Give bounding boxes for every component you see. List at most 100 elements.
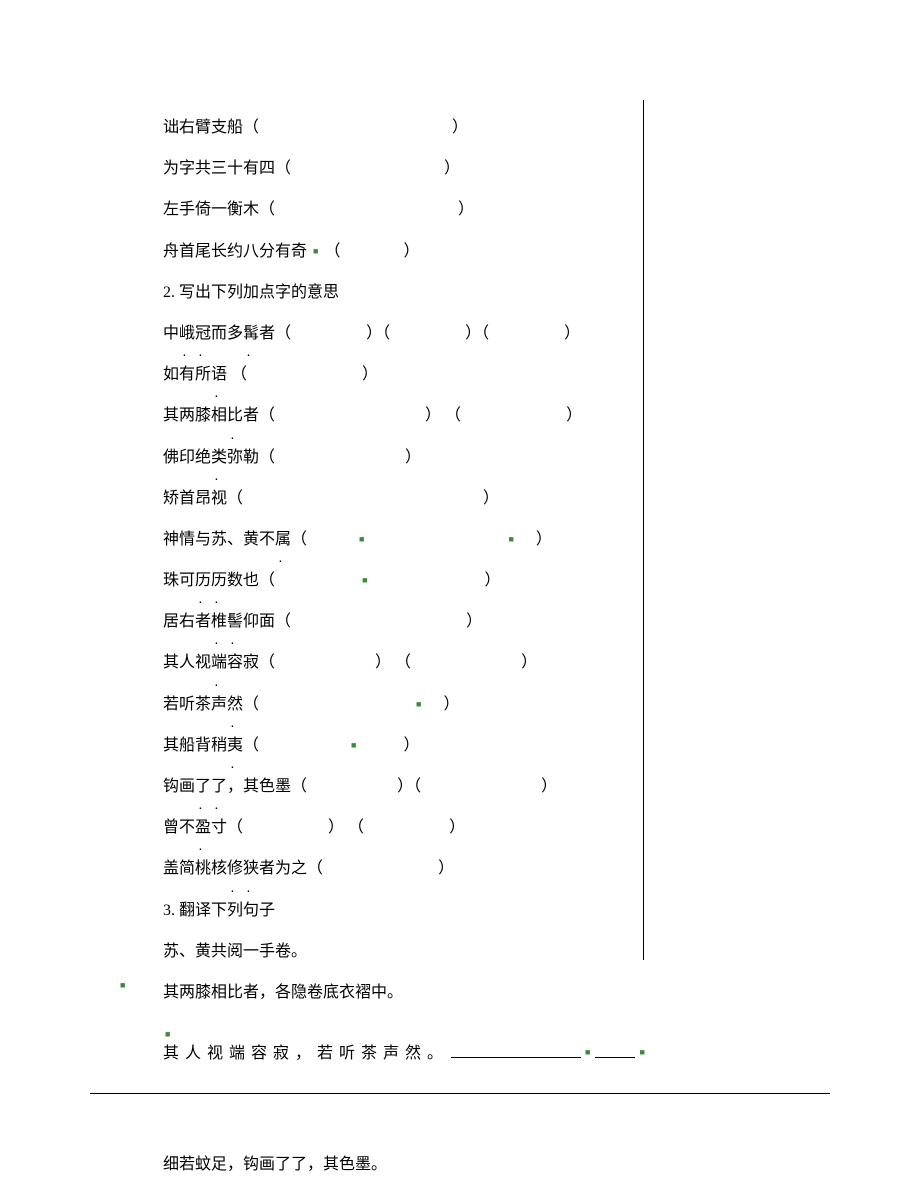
p: ） [564, 325, 580, 342]
dot-icon: ■ [585, 1043, 591, 1063]
heading-text: 3. 翻译下列句子 [163, 902, 275, 919]
t: 神情与苏、黄不 [163, 531, 275, 548]
t: 其人视 [163, 654, 211, 671]
s2-line-7: 珠可历历数也（■） [163, 563, 643, 598]
margin-dot-icon: ■ [120, 980, 125, 990]
emph: 历 [211, 563, 227, 598]
t: 其 人 视 端 容 寂 ， 若 听 茶 声 然 。 [163, 1045, 444, 1062]
t: 者（ [243, 407, 275, 424]
t: 中 [163, 325, 179, 342]
t: 曾不 [163, 819, 195, 836]
p: ） [541, 778, 557, 795]
close-paren: ） [458, 201, 474, 218]
t: 苏、黄共阅一手卷。 [163, 943, 307, 960]
t: 数也（ [227, 572, 275, 589]
emph: 狭 [243, 851, 259, 886]
dot-icon: ■ [362, 571, 367, 591]
p: ） [466, 613, 482, 630]
t: 而多 [211, 325, 243, 342]
dot-icon: ■ [639, 1043, 645, 1063]
answer-blank[interactable] [595, 1057, 635, 1058]
s3-line-1: 苏、黄共阅一手卷。 [163, 934, 643, 969]
s3-line-4: 细若蚊足，钩画了了，其色墨。 [163, 1147, 643, 1182]
text: 左手倚一衡木（ [163, 201, 275, 218]
s2-line-2: 如有所语 （ ） [163, 357, 643, 392]
dot-icon: ■ [359, 530, 364, 550]
p: （ [243, 696, 259, 713]
p: ） [443, 696, 459, 713]
emph: 属 [275, 522, 291, 557]
emph: 然 [227, 687, 243, 722]
t: 珠可 [163, 572, 195, 589]
s2-line-1: 中峨冠而多髯者（）（）（） [163, 316, 643, 351]
p: ） [405, 449, 421, 466]
emph: 类 [211, 440, 227, 475]
p: （ [231, 366, 247, 383]
t: 细若蚊足，钩画了了，其色墨。 [163, 1156, 387, 1173]
p: ） [483, 490, 499, 507]
emph: 了 [211, 769, 227, 804]
emph: 盈 [195, 810, 211, 845]
p: ）（ [465, 325, 489, 342]
p: ）（ [366, 325, 390, 342]
s1-line-2: 为字共三十有四（ ） [163, 151, 643, 186]
t: 寸（ [211, 819, 243, 836]
dot-icon: ■ [416, 695, 421, 715]
p: ） [403, 737, 419, 754]
t: 其船背稍 [163, 737, 227, 754]
t: 仰面（ [243, 613, 291, 630]
t: 钩画 [163, 778, 195, 795]
emph: 髻 [227, 604, 243, 639]
s2-line-10: 若听茶声然（ ■ ） [163, 687, 643, 722]
t: 矫首昂视（ [163, 490, 243, 507]
t: 如有所 [163, 366, 211, 383]
emph: 椎 [211, 604, 227, 639]
s2-line-6: 神情与苏、黄不属（■■） [163, 522, 643, 557]
emph: 修 [227, 851, 243, 886]
text: 舟首尾长约八分有奇 [163, 243, 307, 260]
s2-line-11: 其船背稍夷（■） [163, 728, 643, 763]
p: ） （ [425, 407, 461, 424]
p: ） [449, 819, 465, 836]
p: ）（ [397, 778, 421, 795]
bottom-rule [90, 1093, 830, 1094]
content-column: 诎右臂支船（ ） 为字共三十有四（ ） 左手倚一衡木（ ） 舟首尾长约八分有奇 … [163, 110, 643, 1183]
emph: 冠 [195, 316, 211, 351]
t: 佛印绝 [163, 449, 211, 466]
t: 者（ [259, 325, 291, 342]
t: 容寂（ [227, 654, 275, 671]
dot-icon: ■ [313, 242, 318, 262]
emph: 语 [211, 357, 227, 392]
answer-blank[interactable] [451, 1057, 581, 1058]
t: 其两膝相比者，各隐卷底衣褶中。 [163, 984, 403, 1001]
s2-line-14: 盖简桃核修狭者为之（） [163, 851, 643, 886]
s3-line-3: 其 人 视 端 容 寂 ， 若 听 茶 声 然 。 ■ ■ [163, 1036, 643, 1071]
s3-gm: ■ [163, 1016, 643, 1030]
s1-line-1: 诎右臂支船（ ） [163, 110, 643, 145]
p: ） [485, 572, 501, 589]
t: ，其色墨（ [227, 778, 307, 795]
t: 盖简桃核 [163, 860, 227, 877]
s2-line-5: 矫首昂视（ ） [163, 481, 643, 516]
vertical-rule [643, 100, 644, 960]
p: ） [536, 531, 552, 548]
section-2-heading: 2. 写出下列加点字的意思 [163, 275, 643, 310]
p: （ [243, 737, 259, 754]
close-paren: ） [452, 119, 468, 136]
open-paren: （ [324, 243, 340, 260]
p: ） [362, 366, 378, 383]
t: 其两膝相 [163, 407, 227, 424]
t: 弥勒（ [227, 449, 275, 466]
s2-line-3: 其两膝相比者（） （） [163, 398, 643, 433]
p: ） [521, 654, 537, 671]
p: （ [291, 531, 307, 548]
emph: 端 [211, 645, 227, 680]
t: 若听茶声 [163, 696, 227, 713]
text: 为字共三十有四（ [163, 160, 291, 177]
p: ） [438, 860, 454, 877]
s1-line-3: 左手倚一衡木（ ） [163, 192, 643, 227]
t: 居右者 [163, 613, 211, 630]
close-paren: ） [444, 160, 460, 177]
emph: 了 [195, 769, 211, 804]
s2-line-13: 曾不盈寸（） （） [163, 810, 643, 845]
